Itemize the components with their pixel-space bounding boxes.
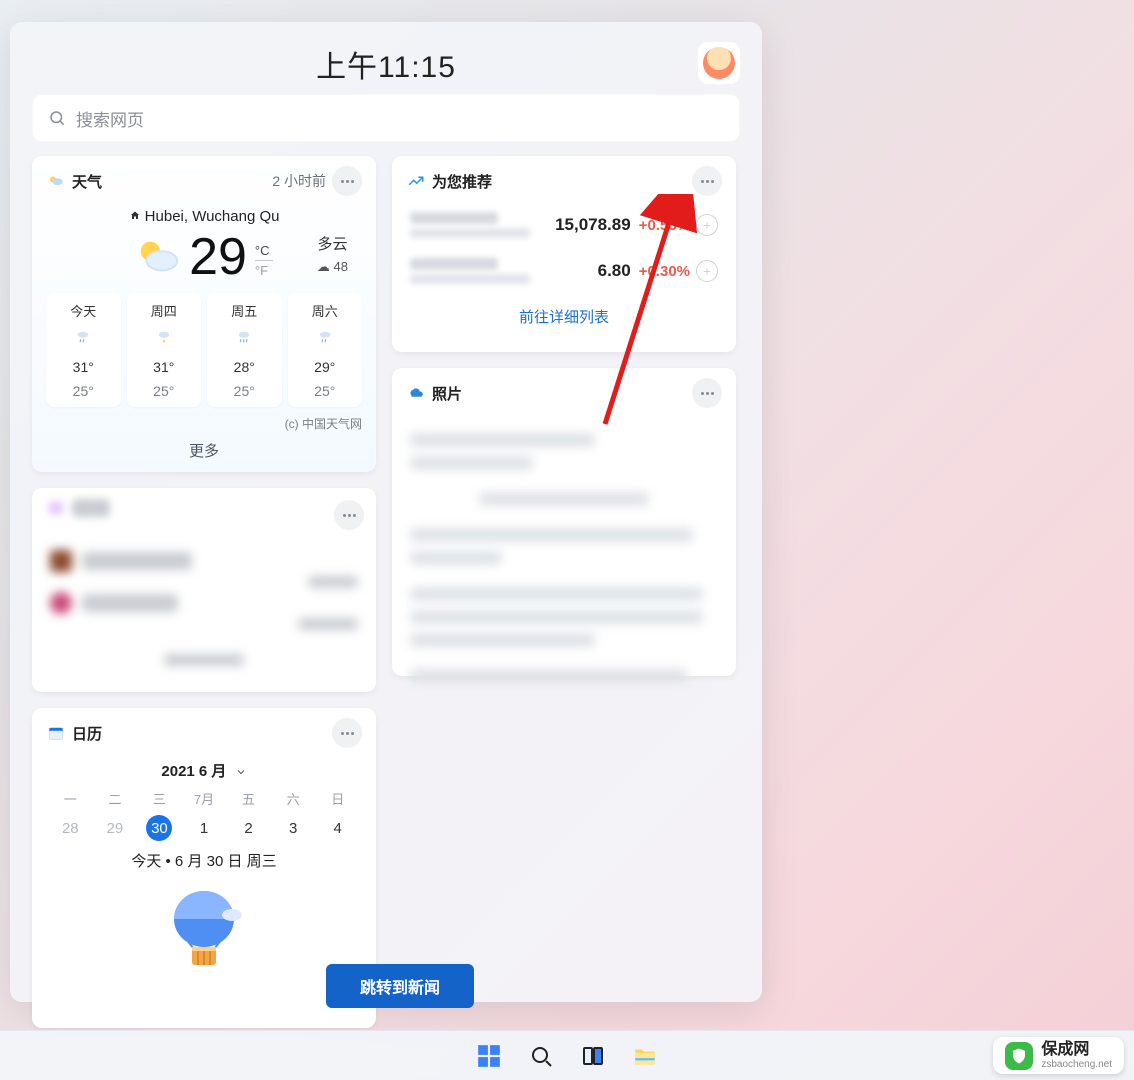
watermark-domain: zsbaocheng.net <box>1041 1059 1112 1070</box>
weather-widget[interactable]: 天气 2 小时前 Hubei, Wuchang Qu 29 °C°F 多云 ☁ … <box>32 156 376 472</box>
balloon-illustration <box>32 885 376 985</box>
recommend-widget[interactable]: 为您推荐 15,078.89 +0.53% + 6.80 +0.30% + 前往… <box>392 156 736 352</box>
panel-header: 上午11:15 <box>10 38 762 90</box>
weather-updated: 2 小时前 <box>272 171 326 191</box>
weather-more-link[interactable]: 更多 <box>32 432 376 473</box>
photos-content-blurred <box>392 414 736 702</box>
calendar-day[interactable]: 28 <box>48 814 93 842</box>
clock: 上午11:15 <box>316 42 456 86</box>
jump-to-news-button[interactable]: 跳转到新闻 <box>326 964 474 1008</box>
recommend-details-link[interactable]: 前往详细列表 <box>392 294 736 337</box>
weather-source: (c) 中国天气网 <box>32 411 376 432</box>
forecast-day[interactable]: 周四31°25° <box>127 293 202 407</box>
stock-value: 15,078.89 <box>555 215 631 235</box>
taskbar-search-button[interactable] <box>528 1043 554 1069</box>
calendar-grid: 一二三7月五六日 28 29 30 1 2 3 4 <box>48 789 360 842</box>
weather-icon <box>46 171 66 191</box>
taskbar <box>0 1030 1134 1080</box>
sports-widget[interactable] <box>32 488 376 692</box>
calendar-month[interactable]: 2021 6 月 <box>32 760 376 781</box>
file-explorer-button[interactable] <box>632 1043 658 1069</box>
recommend-title: 为您推荐 <box>432 171 492 192</box>
trending-icon <box>406 171 426 191</box>
search-placeholder: 搜索网页 <box>76 106 144 131</box>
calendar-more-button[interactable] <box>332 718 362 748</box>
watermark-name: 保成网 <box>1041 1041 1112 1059</box>
current-temp: 29 <box>189 227 247 287</box>
shield-icon <box>1005 1042 1033 1070</box>
forecast-row: 今天31°25° 周四31°25° 周五28°25° 周六29°25° <box>32 287 376 411</box>
calendar-today-label: 今天 • 6 月 30 日 周三 <box>32 850 376 871</box>
start-button[interactable] <box>476 1043 502 1069</box>
sports-more-button[interactable] <box>334 500 364 530</box>
watermark-badge: 保成网 zsbaocheng.net <box>993 1037 1124 1074</box>
chevron-down-icon <box>235 766 247 778</box>
photos-more-button[interactable] <box>692 378 722 408</box>
add-watch-button[interactable]: + <box>696 214 718 236</box>
calendar-day-today[interactable]: 30 <box>137 814 182 842</box>
calendar-day[interactable]: 1 <box>182 814 227 842</box>
calendar-title: 日历 <box>72 723 102 744</box>
stock-value: 6.80 <box>598 261 631 281</box>
calendar-icon <box>46 723 66 743</box>
add-watch-button[interactable]: + <box>696 260 718 282</box>
search-web-input[interactable]: 搜索网页 <box>32 94 740 142</box>
forecast-day[interactable]: 今天31°25° <box>46 293 121 407</box>
calendar-day[interactable]: 4 <box>315 814 360 842</box>
weather-aqi: ☁ 48 <box>317 257 348 277</box>
photos-widget[interactable]: 照片 <box>392 368 736 676</box>
stock-change: +0.30% <box>639 263 690 280</box>
stock-row[interactable]: 15,078.89 +0.53% + <box>392 202 736 248</box>
avatar-icon <box>703 47 735 79</box>
photos-title: 照片 <box>432 383 462 404</box>
calendar-day[interactable]: 2 <box>226 814 271 842</box>
calendar-widget[interactable]: 日历 2021 6 月 一二三7月五六日 28 29 30 1 2 3 4 <box>32 708 376 1028</box>
search-icon <box>48 109 66 127</box>
forecast-day[interactable]: 周六29°25° <box>288 293 363 407</box>
weather-more-button[interactable] <box>332 166 362 196</box>
widgets-panel: 上午11:15 搜索网页 天气 2 小时前 <box>10 22 762 1002</box>
forecast-day[interactable]: 周五28°25° <box>207 293 282 407</box>
stock-row[interactable]: 6.80 +0.30% + <box>392 248 736 294</box>
recommend-more-button[interactable] <box>692 166 722 196</box>
onedrive-icon <box>406 383 426 403</box>
calendar-day[interactable]: 29 <box>93 814 138 842</box>
weather-condition: 多云 <box>317 234 348 257</box>
stock-change: +0.53% <box>639 217 690 234</box>
weather-location: Hubei, Wuchang Qu <box>32 208 376 225</box>
profile-avatar[interactable] <box>698 42 740 84</box>
sun-cloud-icon <box>135 234 181 280</box>
task-view-button[interactable] <box>580 1043 606 1069</box>
weather-title: 天气 <box>72 171 102 192</box>
calendar-day[interactable]: 3 <box>271 814 316 842</box>
